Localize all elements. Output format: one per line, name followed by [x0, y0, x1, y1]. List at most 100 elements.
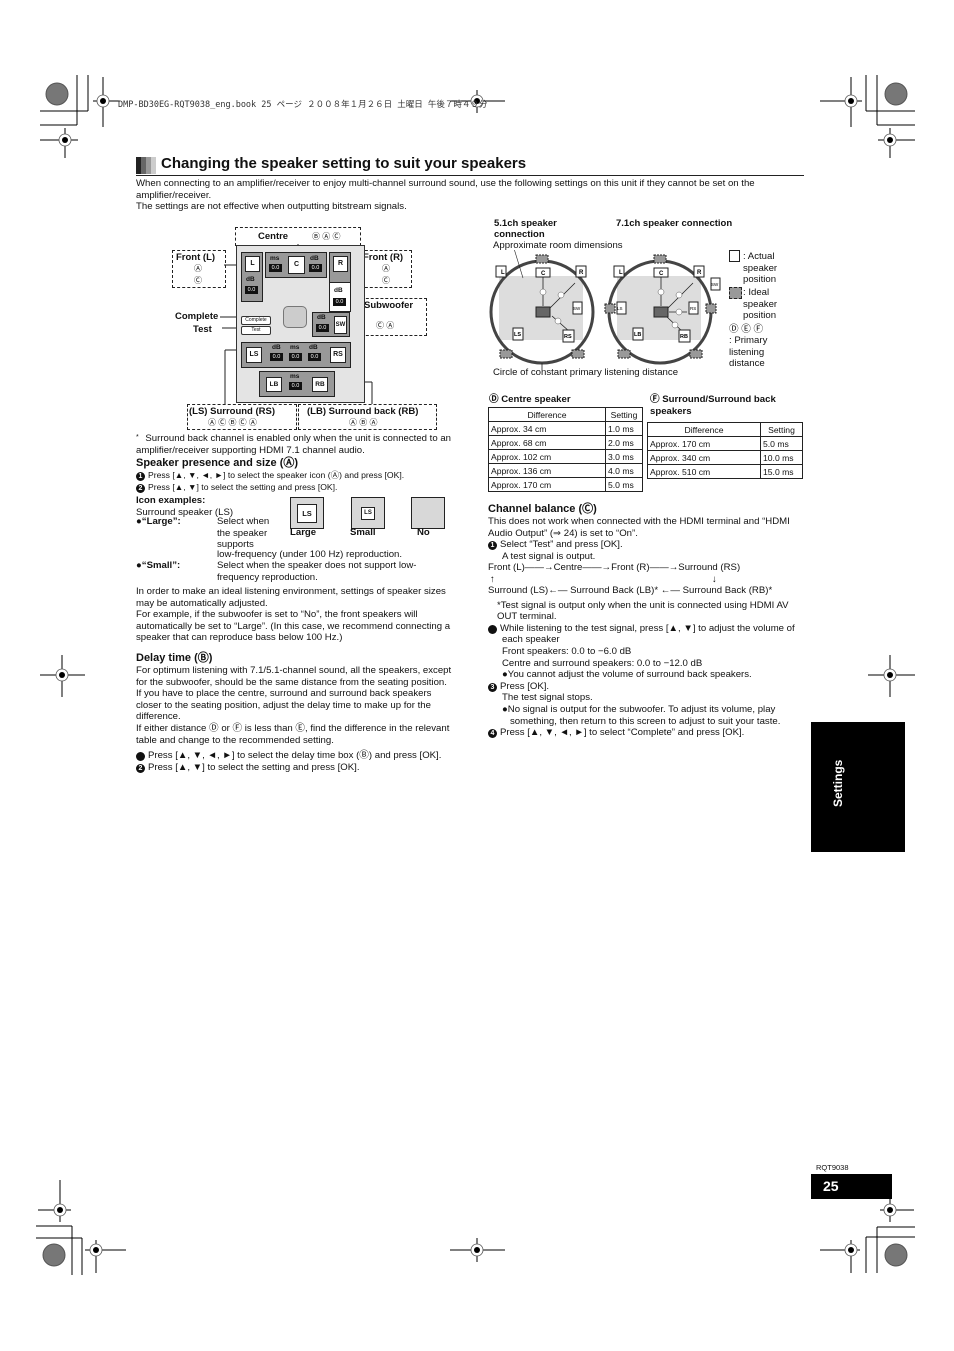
title-51: 5.1ch speaker connection	[494, 218, 557, 240]
cell: 10.0 ms	[760, 450, 803, 465]
cell: Approx. 68 cm	[488, 435, 606, 450]
icon-example-large: LS	[290, 497, 324, 529]
svg-text:C: C	[659, 271, 664, 277]
speaker-rb[interactable]: RB	[312, 377, 328, 392]
side-tab-label: Settings	[831, 759, 845, 807]
surround-back-marks: Ⓐ Ⓑ Ⓐ	[349, 418, 378, 427]
large-term: ●“Large”:	[136, 516, 181, 527]
legend-primary: : Primary listening distance	[729, 335, 768, 370]
ms-label: ms	[290, 344, 300, 351]
icon-label-large: Large	[290, 527, 317, 538]
surround-ms-value[interactable]: 0.0	[289, 353, 302, 361]
front-range: Front speakers: 0.0 to −6.0 dB	[502, 645, 632, 657]
step-number-1: 1	[132, 752, 145, 762]
asterisk: *	[136, 434, 139, 441]
delay-paragraph-2: If you have to place the centre, surroun…	[136, 688, 432, 723]
icon-example-small: LS	[351, 497, 385, 529]
test-button[interactable]: Test	[241, 326, 271, 335]
title-bars-icon	[136, 157, 156, 174]
front-r-db-value[interactable]: 0.0	[333, 298, 346, 306]
section-title-bar: Changing the speaker setting to suit you…	[136, 155, 804, 176]
centre-group: ms 0.0 C dB 0.0	[265, 252, 327, 278]
speaker-r[interactable]: R	[333, 256, 348, 272]
surround-back-ms-value[interactable]: 0.0	[289, 382, 302, 390]
ls-db-value[interactable]: 0.0	[270, 353, 283, 361]
speaker-l[interactable]: L	[245, 256, 260, 272]
cell: 1.0 ms	[605, 421, 643, 436]
intro: When connecting to an amplifier/receiver…	[136, 178, 806, 213]
channel-step-1-sub: A test signal is output.	[502, 550, 596, 562]
speaker-presence-heading: Speaker presence and size (Ⓐ)	[136, 457, 299, 469]
svg-text:LS: LS	[514, 332, 521, 338]
db-label: dB	[309, 344, 318, 351]
test-flow-arrows: ↑ ↓	[488, 574, 806, 585]
centre-ms-value[interactable]: 0.0	[269, 264, 282, 272]
column-header: Setting	[760, 422, 803, 437]
cell: 5.0 ms	[605, 477, 643, 492]
circle-caption: Circle of constant primary listening dis…	[493, 367, 679, 378]
db-label: dB	[246, 276, 255, 283]
cell: Approx. 136 cm	[488, 463, 606, 478]
cell: Approx. 340 cm	[647, 450, 761, 465]
large-speaker-icon: LS	[297, 504, 317, 523]
table-header-row: Difference Setting	[488, 407, 643, 422]
rs-db-value[interactable]: 0.0	[308, 353, 321, 361]
db-label: dB	[317, 314, 326, 321]
cell: 15.0 ms	[760, 464, 803, 479]
cell: Approx. 102 cm	[488, 449, 606, 464]
test-flow-bottom: Surround (LS)←— Surround Back (LB)* ←— S…	[488, 584, 773, 596]
centre-db-value[interactable]: 0.0	[309, 264, 322, 272]
channel-step-4: 4 Press [▲, ▼, ◄, ►] to select “Complete”…	[488, 727, 806, 739]
svg-text:RS: RS	[690, 306, 696, 311]
print-header-line: DMP-BD30EG-RQT9038_eng.book 25 ページ ２００８年…	[118, 100, 488, 110]
test-flow-top: Front (L)——→Centre——→Front (R)——→Surroun…	[488, 562, 741, 574]
intro-paragraph-1: When connecting to an amplifier/receiver…	[136, 178, 755, 201]
svg-text:C: C	[541, 271, 546, 277]
document-code: RQT9038	[816, 1163, 849, 1172]
table-header-row: Difference Setting	[647, 422, 803, 437]
ideal-rs-51	[571, 349, 585, 359]
db-label: dB	[272, 344, 281, 351]
large-desc-a: Select when the speaker supports	[217, 516, 270, 551]
delay-paragraph-1: For optimum listening with 7.1/5.1-chann…	[136, 665, 452, 688]
complete-button[interactable]: Complete	[241, 316, 271, 325]
svg-text:R: R	[579, 270, 584, 276]
step-number-1: 1	[136, 472, 145, 481]
seat-51	[535, 306, 551, 318]
speaker-lb[interactable]: LB	[266, 377, 282, 392]
table-row: Approx. 170 cm 5.0 ms	[647, 436, 803, 451]
test-flow-note: *Test signal is output only when the uni…	[497, 599, 789, 623]
front-l-db-value[interactable]: 0.0	[245, 286, 258, 294]
delay-step-1: 1 Press [▲, ▼, ◄, ►] to select the delay …	[131, 750, 442, 762]
seat-71	[653, 306, 669, 318]
db-label: dB	[334, 287, 343, 294]
speaker-rs[interactable]: RS	[330, 347, 346, 363]
svg-text:L: L	[501, 270, 505, 276]
svg-text:L: L	[619, 270, 623, 276]
table-row: Approx. 34 cm 1.0 ms	[488, 421, 643, 436]
cell: Approx. 170 cm	[488, 477, 606, 492]
table-row: Approx. 68 cm 2.0 ms	[488, 435, 643, 450]
ms-label: ms	[270, 255, 280, 262]
speaker-ls[interactable]: LS	[246, 347, 262, 363]
speaker-sw[interactable]: SW	[334, 316, 347, 334]
small-term: ●“Small”:	[136, 560, 181, 571]
front-r-db-box: dB 0.0	[329, 282, 351, 312]
ideal-ls-71	[604, 303, 616, 314]
ideal-ls-51	[499, 349, 513, 359]
diagram-51: L C R SW LS RS	[489, 250, 595, 365]
svg-text:SW: SW	[711, 282, 719, 287]
subwoofer-group: dB 0.0 SW	[312, 312, 350, 337]
channel-step-1: 1 Select “Test” and press [OK].	[488, 539, 806, 551]
size-paragraph-1: In order to make an ideal listening envi…	[136, 586, 446, 609]
delay-step-2: 2 Press [▲, ▼] to select the setting and …	[136, 762, 454, 774]
svg-text:RB: RB	[680, 334, 688, 340]
cell: 2.0 ms	[605, 435, 643, 450]
icon-label-small: Small	[350, 527, 376, 538]
channel-step-3: 3 Press [OK].	[488, 681, 806, 693]
speaker-c[interactable]: C	[288, 256, 305, 274]
icon-example-no	[411, 497, 445, 529]
subwoofer-db-value[interactable]: 0.0	[316, 324, 329, 332]
step-number-2: 2	[484, 624, 497, 634]
cell: Approx. 170 cm	[647, 436, 761, 451]
